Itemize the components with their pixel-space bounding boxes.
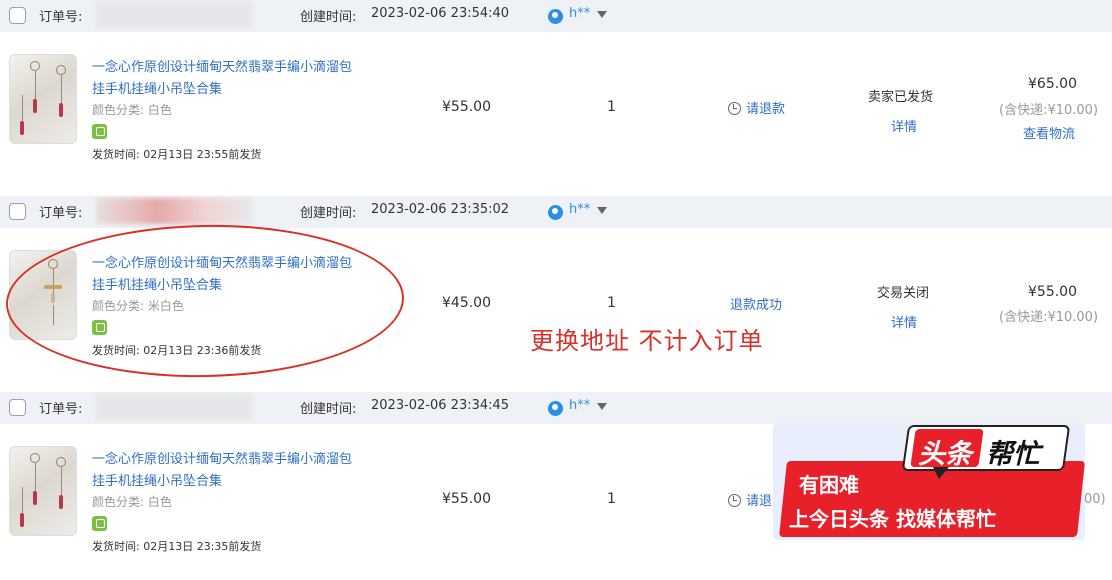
order-no-redacted: [96, 2, 252, 28]
order-no-label: 订单号:: [39, 206, 83, 221]
order-checkbox[interactable]: [9, 203, 26, 220]
create-time-label: 创建时间:: [300, 206, 357, 221]
detail-link[interactable]: 详情: [891, 116, 917, 135]
quantity: 1: [607, 99, 616, 115]
refund-link[interactable]: 请退款: [728, 98, 785, 117]
promo-speech-tail: [933, 467, 949, 479]
order-no-label: 订单号:: [39, 402, 83, 417]
unit-price: ¥55.00: [442, 99, 491, 115]
filter-icon[interactable]: [597, 11, 607, 18]
unit-price: ¥45.00: [442, 295, 491, 311]
buyer-name[interactable]: h**: [569, 398, 590, 413]
order-header: 订单号: 创建时间: 2023-02-06 23:35:02 h**: [0, 196, 1112, 228]
create-time: 2023-02-06 23:54:40: [371, 6, 510, 21]
service-badge-icon: [92, 516, 107, 531]
order-header: 订单号: 创建时间: 2023-02-06 23:54:40 h**: [0, 0, 1112, 32]
shipping-fee: (含快递:¥10.00): [999, 310, 1099, 325]
order-total: ¥65.00: [1028, 76, 1077, 92]
product-thumbnail[interactable]: [9, 446, 77, 536]
promo-logo-text-b: 帮忙: [986, 439, 1040, 470]
product-thumbnail[interactable]: [9, 54, 77, 144]
order-item: 一念心作原创设计缅甸天然翡翠手编小滴溜包 挂手机挂绳小吊坠合集 颜色分类: 白色…: [0, 32, 1112, 187]
clock-icon: [728, 102, 741, 115]
promo-logo-text-a: 头条: [918, 439, 972, 470]
annotation-text: 更换地址 不计入订单: [530, 327, 764, 355]
shipping-fee: (含快递:¥10.00): [999, 103, 1099, 118]
order-no-redacted: [96, 198, 252, 224]
ship-time: 发货时间: 02月13日 23:55前发货: [92, 148, 262, 161]
create-time: 2023-02-06 23:35:02: [371, 202, 510, 217]
create-time: 2023-02-06 23:34:45: [371, 398, 510, 413]
create-time-label: 创建时间:: [300, 10, 357, 25]
product-spec: 颜色分类: 白色: [92, 495, 172, 509]
promo-line1: 有困难: [799, 473, 859, 497]
product-spec: 颜色分类: 白色: [92, 103, 172, 117]
create-time-label: 创建时间:: [300, 402, 357, 417]
refund-status-link[interactable]: 退款成功: [730, 294, 782, 313]
order-header: 订单号: 创建时间: 2023-02-06 23:34:45 h**: [0, 392, 1112, 424]
ship-time: 发货时间: 02月13日 23:35前发货: [92, 540, 262, 553]
order-no-label: 订单号:: [39, 10, 83, 25]
filter-icon[interactable]: [597, 403, 607, 410]
promo-overlay: 头条 帮忙 有困难 上今日头条 找媒体帮忙: [773, 423, 1085, 540]
service-badge-icon: [92, 124, 107, 139]
buyer-name[interactable]: h**: [569, 202, 590, 217]
quantity: 1: [607, 491, 616, 507]
view-logistics-link[interactable]: 查看物流: [1023, 123, 1075, 142]
order-status: 卖家已发货: [868, 90, 934, 105]
product-title-line2[interactable]: 挂手机挂绳小吊坠合集: [92, 78, 222, 97]
order-status: 交易关闭: [877, 286, 930, 301]
buyer-avatar-icon: [548, 9, 563, 24]
detail-link[interactable]: 详情: [891, 312, 917, 331]
product-title-line1[interactable]: 一念心作原创设计缅甸天然翡翠手编小滴溜包: [92, 56, 352, 75]
promo-line2: 上今日头条 找媒体帮忙: [789, 507, 996, 531]
refund-link[interactable]: 请退: [728, 490, 772, 509]
order-no-redacted: [96, 394, 252, 420]
buyer-name[interactable]: h**: [569, 6, 590, 21]
unit-price: ¥55.00: [442, 491, 491, 507]
buyer-avatar-icon: [548, 401, 563, 416]
buyer-avatar-icon: [548, 205, 563, 220]
shipping-fee-partial: 00): [1084, 492, 1106, 507]
filter-icon[interactable]: [597, 207, 607, 214]
product-title-line2[interactable]: 挂手机挂绳小吊坠合集: [92, 470, 222, 489]
order-checkbox[interactable]: [9, 7, 26, 24]
product-title-line1[interactable]: 一念心作原创设计缅甸天然翡翠手编小滴溜包: [92, 448, 352, 467]
clock-icon: [728, 494, 741, 507]
quantity: 1: [607, 295, 616, 311]
order-checkbox[interactable]: [9, 399, 26, 416]
order-total: ¥55.00: [1028, 284, 1077, 300]
